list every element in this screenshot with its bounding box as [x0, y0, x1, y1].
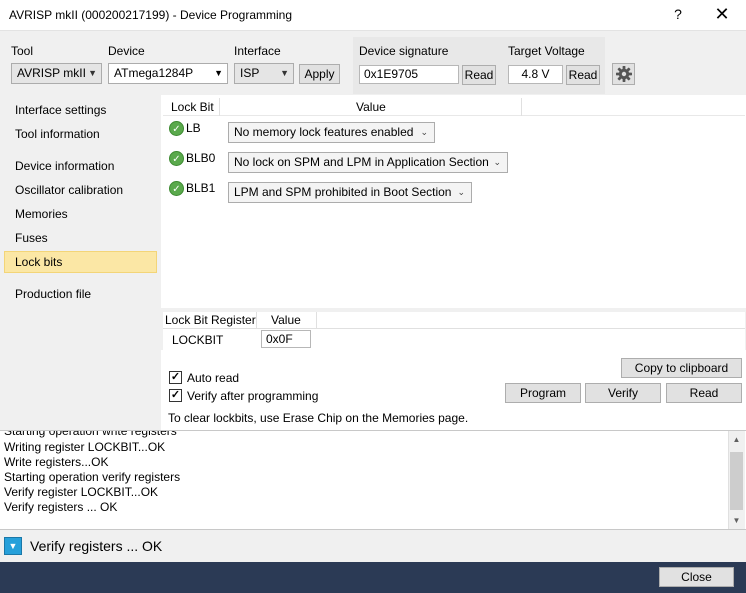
lockbit-value-text: No memory lock features enabled	[234, 125, 414, 139]
interface-select[interactable]: ISP ▼	[234, 63, 294, 84]
chevron-down-icon: ▼	[8, 541, 18, 551]
device-label: Device	[108, 44, 145, 58]
check-circle-icon: ✓	[169, 121, 184, 136]
title-bar: AVRISP mkII (000200217199) - Device Prog…	[0, 0, 746, 31]
apply-button[interactable]: Apply	[299, 64, 340, 84]
auto-read-label: Auto read	[187, 371, 240, 385]
output-log[interactable]: Starting operation write registers Writi…	[0, 430, 746, 530]
tool-select[interactable]: AVRISP mkII ▼	[11, 63, 102, 84]
tool-label: Tool	[11, 44, 34, 58]
lockbit-value-select[interactable]: LPM and SPM prohibited in Boot Section ⌄	[228, 182, 472, 203]
lockbit-value-select[interactable]: No memory lock features enabled ⌄	[228, 122, 435, 143]
chevron-down-icon: ▼	[88, 68, 97, 78]
scroll-down-icon[interactable]: ▼	[728, 512, 745, 529]
expand-log-button[interactable]: ▼	[4, 537, 22, 555]
lockbit-name: BLB0	[186, 151, 216, 165]
status-text: Verify registers ... OK	[30, 538, 163, 554]
lockbit-value-select[interactable]: No lock on SPM and LPM in Application Se…	[228, 152, 508, 173]
voltage-field: 4.8 V	[508, 65, 563, 84]
lockbit-name: LB	[186, 121, 201, 135]
sidebar-item-oscillator-calibration[interactable]: Oscillator calibration	[4, 179, 157, 201]
footer-bar	[0, 562, 746, 593]
col-register-header: Lock Bit Register	[165, 313, 256, 327]
signature-read-button[interactable]: Read	[462, 65, 496, 85]
voltage-read-button[interactable]: Read	[566, 65, 600, 85]
check-circle-icon: ✓	[169, 181, 184, 196]
hint-text: To clear lockbits, use Erase Chip on the…	[168, 411, 469, 425]
register-grid-header: Lock Bit Register Value	[163, 312, 745, 329]
device-select-value: ATmega1284P	[114, 66, 194, 80]
log-line: Verify register LOCKBIT...OK	[4, 485, 159, 499]
window-title: AVRISP mkII (000200217199) - Device Prog…	[9, 8, 293, 22]
register-row: LOCKBIT 0x0F	[163, 329, 745, 350]
chevron-down-icon: ▼	[214, 68, 223, 78]
log-line: Starting operation verify registers	[4, 470, 181, 484]
sidebar-item-memories[interactable]: Memories	[4, 203, 157, 225]
lockbit-name: BLB1	[186, 181, 216, 195]
voltage-label: Target Voltage	[508, 44, 585, 58]
register-value-field[interactable]: 0x0F	[261, 330, 311, 348]
column-divider	[256, 312, 257, 329]
chevron-down-icon: ⌄	[457, 187, 465, 197]
chevron-down-icon: ⌄	[420, 127, 428, 137]
col-register-value-header: Value	[271, 313, 301, 327]
signature-label: Device signature	[359, 44, 449, 58]
lockbit-grid	[163, 116, 745, 306]
lockbit-value-text: No lock on SPM and LPM in Application Se…	[234, 155, 489, 169]
col-value-header: Value	[356, 100, 386, 114]
log-line: Writing register LOCKBIT...OK	[4, 440, 166, 454]
scroll-up-icon[interactable]: ▲	[728, 431, 745, 448]
sidebar-item-tool-information[interactable]: Tool information	[4, 123, 157, 145]
column-divider	[316, 312, 317, 329]
check-circle-icon: ✓	[169, 151, 184, 166]
log-scroll-thumb[interactable]	[730, 452, 743, 510]
log-line: Write registers...OK	[4, 455, 109, 469]
sidebar-item-interface-settings[interactable]: Interface settings	[4, 99, 157, 121]
verify-after-checkbox[interactable]: ✓	[169, 389, 182, 402]
settings-button[interactable]	[612, 63, 635, 85]
col-lockbit-header: Lock Bit	[171, 100, 214, 114]
device-select[interactable]: ATmega1284P ▼	[108, 63, 228, 84]
copy-to-clipboard-button[interactable]: Copy to clipboard	[621, 358, 742, 378]
chevron-down-icon: ⌄	[493, 157, 501, 167]
gear-icon	[615, 66, 633, 86]
lockbit-grid-header: Lock Bit Value	[163, 98, 745, 116]
verify-button[interactable]: Verify	[585, 383, 661, 403]
verify-after-label: Verify after programming	[187, 389, 319, 403]
sidebar-item-production-file[interactable]: Production file	[4, 283, 157, 305]
tool-select-value: AVRISP mkII	[17, 66, 86, 80]
signature-field: 0x1E9705	[359, 65, 459, 84]
help-button[interactable]: ?	[668, 6, 688, 22]
read-button[interactable]: Read	[666, 383, 742, 403]
log-line: Starting operation write registers	[4, 430, 177, 438]
column-divider	[521, 98, 522, 116]
auto-read-checkbox[interactable]: ✓	[169, 371, 182, 384]
sidebar-item-device-information[interactable]: Device information	[4, 155, 157, 177]
window-close-button[interactable]: ✕	[712, 4, 732, 25]
interface-select-value: ISP	[240, 66, 260, 80]
column-divider	[219, 98, 220, 116]
sidebar-item-lock-bits[interactable]: Lock bits	[4, 251, 157, 273]
chevron-down-icon: ▼	[280, 68, 289, 78]
interface-label: Interface	[234, 44, 281, 58]
program-button[interactable]: Program	[505, 383, 581, 403]
log-line: Verify registers ... OK	[4, 500, 118, 514]
lockbit-value-text: LPM and SPM prohibited in Boot Section	[234, 185, 452, 199]
register-name: LOCKBIT	[172, 333, 224, 347]
sidebar-item-fuses[interactable]: Fuses	[4, 227, 157, 249]
close-button[interactable]: Close	[659, 567, 734, 587]
